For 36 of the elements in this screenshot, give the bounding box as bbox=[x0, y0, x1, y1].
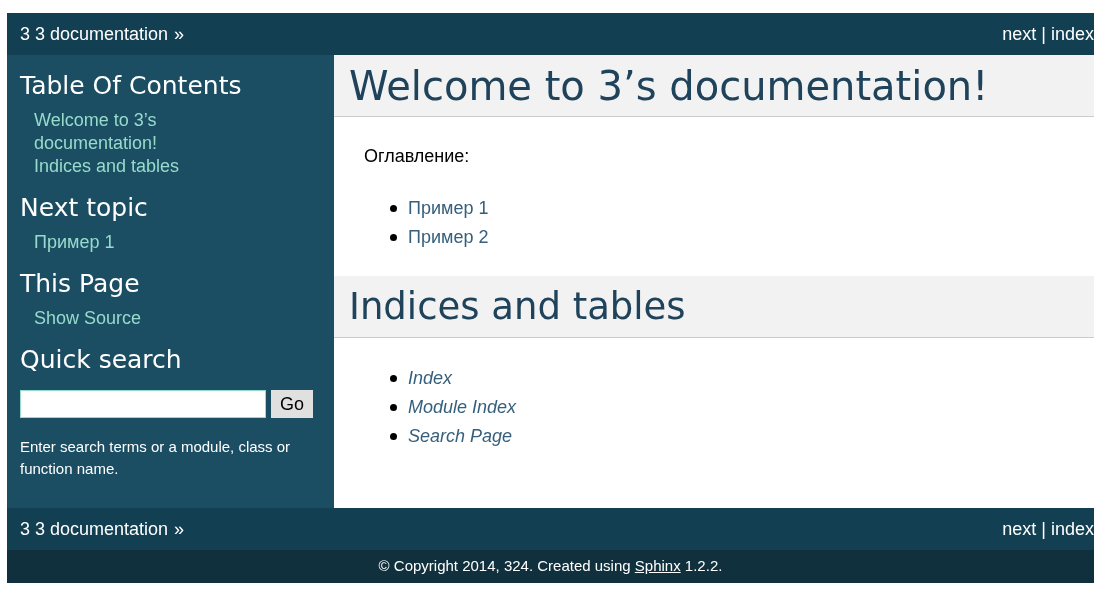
home-link[interactable]: 3 3 documentation bbox=[20, 20, 169, 48]
bullet-icon bbox=[390, 404, 397, 411]
nav-link[interactable]: next bbox=[1002, 20, 1037, 48]
copyright-text: © Copyright 2014, 324. Created using Sphinx 1.2.2. bbox=[378, 556, 723, 577]
content-link[interactable]: Пример 1 bbox=[408, 194, 489, 223]
bullet-icon bbox=[390, 234, 397, 241]
section-heading: Welcome to 3’s documentation! bbox=[334, 55, 1094, 117]
content-link[interactable]: Module Index bbox=[408, 393, 517, 422]
sidebar-link[interactable]: Show Source bbox=[34, 307, 204, 330]
nav-link[interactable]: next bbox=[1002, 515, 1037, 543]
nav-link[interactable]: index bbox=[1050, 20, 1094, 48]
toc-caption: Оглавление: bbox=[364, 145, 471, 168]
bullet-icon bbox=[390, 205, 397, 212]
content-link[interactable]: Search Page bbox=[408, 422, 513, 451]
home-link[interactable]: 3 3 documentation bbox=[20, 515, 169, 543]
search-field[interactable] bbox=[20, 390, 266, 418]
sidebar-link[interactable]: Indices and tables bbox=[34, 155, 204, 178]
go-button[interactable]: Go bbox=[271, 390, 313, 418]
content-link[interactable]: Пример 2 bbox=[408, 223, 489, 252]
link-separator: | bbox=[1041, 517, 1046, 541]
sidebar-heading: Table Of Contents bbox=[20, 70, 243, 102]
search-help-text: Enter search terms or a module, class or function name. bbox=[20, 437, 292, 479]
sidebar-heading: Quick search bbox=[20, 344, 183, 376]
nav-link[interactable]: index bbox=[1050, 515, 1094, 543]
breadcrumb-separator: » bbox=[174, 517, 185, 541]
link-separator: | bbox=[1041, 22, 1046, 46]
sidebar-link[interactable]: Пример 1 bbox=[34, 231, 204, 254]
sidebar-heading: Next topic bbox=[20, 192, 149, 224]
content-link[interactable]: Index bbox=[408, 364, 453, 393]
sidebar-link[interactable]: Welcome to 3’s documentation! bbox=[34, 109, 204, 155]
section-heading: Indices and tables bbox=[334, 276, 1094, 338]
sphinx-link[interactable]: Sphinx bbox=[634, 557, 681, 575]
breadcrumb-separator: » bbox=[174, 22, 185, 46]
bullet-icon bbox=[390, 433, 397, 440]
bullet-icon bbox=[390, 375, 397, 382]
sidebar-heading: This Page bbox=[20, 268, 141, 300]
